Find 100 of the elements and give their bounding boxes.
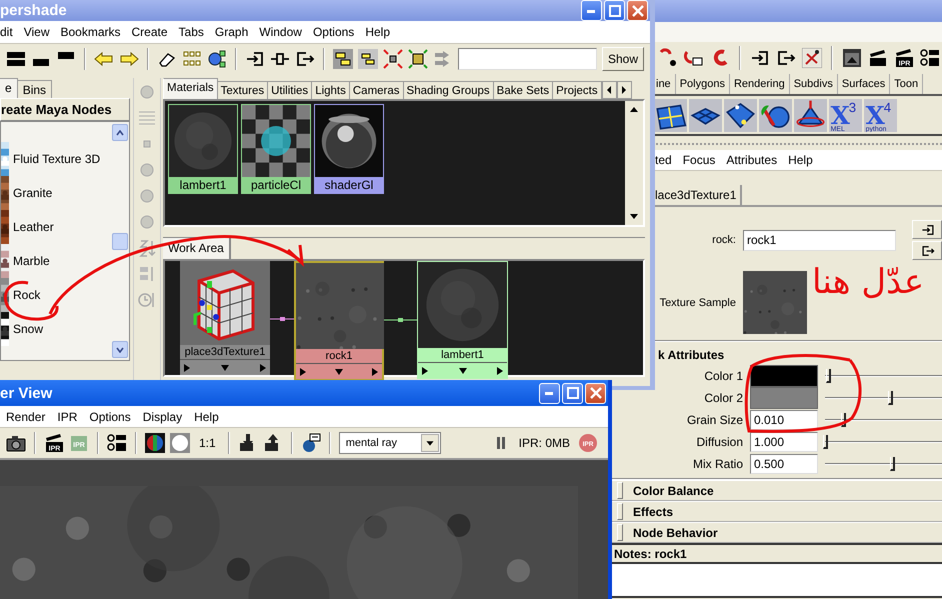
node-type-item[interactable]: Leather xyxy=(13,220,54,234)
minimize-button[interactable] xyxy=(581,0,602,21)
scroll-left-button[interactable] xyxy=(602,81,617,99)
output-port-icon[interactable] xyxy=(371,366,379,376)
hypershade-tab[interactable]: Textures xyxy=(218,81,268,99)
shelf-tab[interactable]: Subdivs xyxy=(790,74,838,94)
slider-thumb[interactable] xyxy=(890,457,896,471)
output-port-icon[interactable] xyxy=(496,366,504,376)
scroll-up-button[interactable] xyxy=(112,124,128,141)
close-button[interactable] xyxy=(627,0,648,21)
clapboard-icon[interactable] xyxy=(868,48,888,68)
camera-icon[interactable] xyxy=(6,433,26,453)
magnet-grid-icon[interactable] xyxy=(684,48,704,68)
output-connections-icon[interactable] xyxy=(295,49,315,69)
panel-tab[interactable]: Bins xyxy=(18,80,52,98)
expand-button[interactable] xyxy=(617,503,623,520)
menu-item[interactable]: Focus xyxy=(682,153,716,167)
hypershade-tab[interactable]: Bake Sets xyxy=(494,81,554,99)
color-swatch[interactable] xyxy=(750,387,818,409)
node-type-item[interactable]: Fluid Texture 3D xyxy=(13,152,100,166)
cone-icon[interactable] xyxy=(794,98,827,132)
renderer-dropdown[interactable]: mental ray xyxy=(338,432,441,454)
magnet-icon[interactable] xyxy=(658,48,678,68)
input-button[interactable] xyxy=(912,220,942,239)
slider-thumb[interactable] xyxy=(826,369,831,383)
menu-item[interactable]: dit xyxy=(0,25,13,39)
hypershade-tab[interactable]: Lights xyxy=(312,81,350,99)
plane-points-icon[interactable] xyxy=(724,98,757,132)
swatch-label[interactable]: lambert1 xyxy=(169,177,237,193)
render-frame-icon[interactable] xyxy=(842,48,862,68)
input-port-icon[interactable] xyxy=(421,366,429,376)
node-type-item[interactable]: Snow xyxy=(13,322,44,336)
output-port-icon[interactable] xyxy=(259,362,267,372)
search-field[interactable] xyxy=(458,48,597,70)
menu-item[interactable]: Window xyxy=(259,25,302,39)
layout-toggle-icon[interactable] xyxy=(333,49,353,69)
rgb-sphere-icon[interactable] xyxy=(145,433,165,453)
menu-item[interactable]: Options xyxy=(312,25,354,39)
menu-item[interactable]: Bookmarks xyxy=(60,25,121,39)
render-settings-icon[interactable] xyxy=(920,48,940,68)
input-port-icon[interactable] xyxy=(183,362,191,372)
expand-button[interactable] xyxy=(617,524,623,541)
menu-item[interactable]: Attributes xyxy=(726,153,778,167)
graph-node[interactable]: rock1 xyxy=(294,261,384,381)
swatch-label[interactable]: shaderGl xyxy=(315,177,383,193)
menu-item[interactable]: Tabs xyxy=(178,25,204,39)
shelf-tab[interactable]: Surfaces xyxy=(838,74,890,94)
input-connections-icon[interactable] xyxy=(245,49,265,69)
menu-item[interactable]: Options xyxy=(89,410,131,424)
sort-icon[interactable] xyxy=(137,238,157,258)
maximize-button[interactable] xyxy=(604,0,625,21)
network-icon[interactable] xyxy=(207,49,227,69)
menu-item[interactable]: Graph xyxy=(214,25,248,39)
input-port-icon[interactable] xyxy=(299,366,307,376)
expand-icon[interactable] xyxy=(408,49,428,69)
hypershade-tab[interactable]: Projects xyxy=(553,81,602,99)
history-icon[interactable] xyxy=(802,48,822,68)
plane-grid-icon[interactable] xyxy=(654,98,687,132)
caret-icon[interactable] xyxy=(220,364,230,372)
output-connections-icon[interactable] xyxy=(776,48,796,68)
layout-icon[interactable] xyxy=(6,49,26,69)
name-field[interactable]: rock1 xyxy=(743,230,896,250)
caret-icon[interactable] xyxy=(458,366,468,374)
section-title[interactable]: Effects xyxy=(633,504,674,518)
shelf-tab[interactable]: Rendering xyxy=(730,74,790,94)
menu-item[interactable]: Create xyxy=(132,25,168,39)
render-settings-icon[interactable] xyxy=(107,433,127,453)
scroll-right-button[interactable] xyxy=(616,81,632,99)
work-area-tab[interactable]: Work Area xyxy=(163,238,231,259)
menu-item[interactable]: Help xyxy=(365,25,390,39)
show-button[interactable]: Show xyxy=(602,47,644,71)
menu-item[interactable]: Render xyxy=(6,410,46,424)
hypershade-tab[interactable]: Materials xyxy=(163,78,218,99)
node-type-item[interactable]: Rock xyxy=(13,288,40,302)
maximize-button[interactable] xyxy=(562,382,583,404)
hypershade-tab[interactable]: Cameras xyxy=(350,81,404,99)
close-button[interactable] xyxy=(585,382,606,404)
shelf-tab[interactable]: Polygons xyxy=(676,74,730,94)
color-swatch[interactable] xyxy=(750,365,818,387)
shelf-tab[interactable]: Toon xyxy=(890,74,924,94)
render-log-icon[interactable] xyxy=(300,433,321,453)
menu-item[interactable]: Help xyxy=(788,153,813,167)
node-type-item[interactable]: Marble xyxy=(13,254,50,268)
hypershade-tab[interactable]: Shading Groups xyxy=(404,81,494,99)
scrollbar-thumb[interactable] xyxy=(112,232,128,250)
graph-node[interactable]: place3dTexture1 xyxy=(180,261,270,375)
minimize-button[interactable] xyxy=(539,382,560,404)
scroll-down-button[interactable] xyxy=(112,341,128,358)
graph-node[interactable]: lambert1 xyxy=(417,261,508,379)
arrow-right-icon[interactable] xyxy=(119,49,139,69)
output-button[interactable] xyxy=(912,241,942,260)
section-title[interactable]: Node Behavior xyxy=(633,526,718,540)
value-field[interactable]: 0.010 xyxy=(750,410,818,430)
notes-field[interactable] xyxy=(612,564,942,598)
plane-icon[interactable] xyxy=(689,98,722,132)
menu-item[interactable]: IPR xyxy=(57,410,78,424)
value-field[interactable]: 1.000 xyxy=(750,432,818,452)
arrow-left-icon[interactable] xyxy=(94,49,114,69)
circle-icon[interactable] xyxy=(170,433,190,453)
input-connections-icon[interactable] xyxy=(750,48,770,68)
